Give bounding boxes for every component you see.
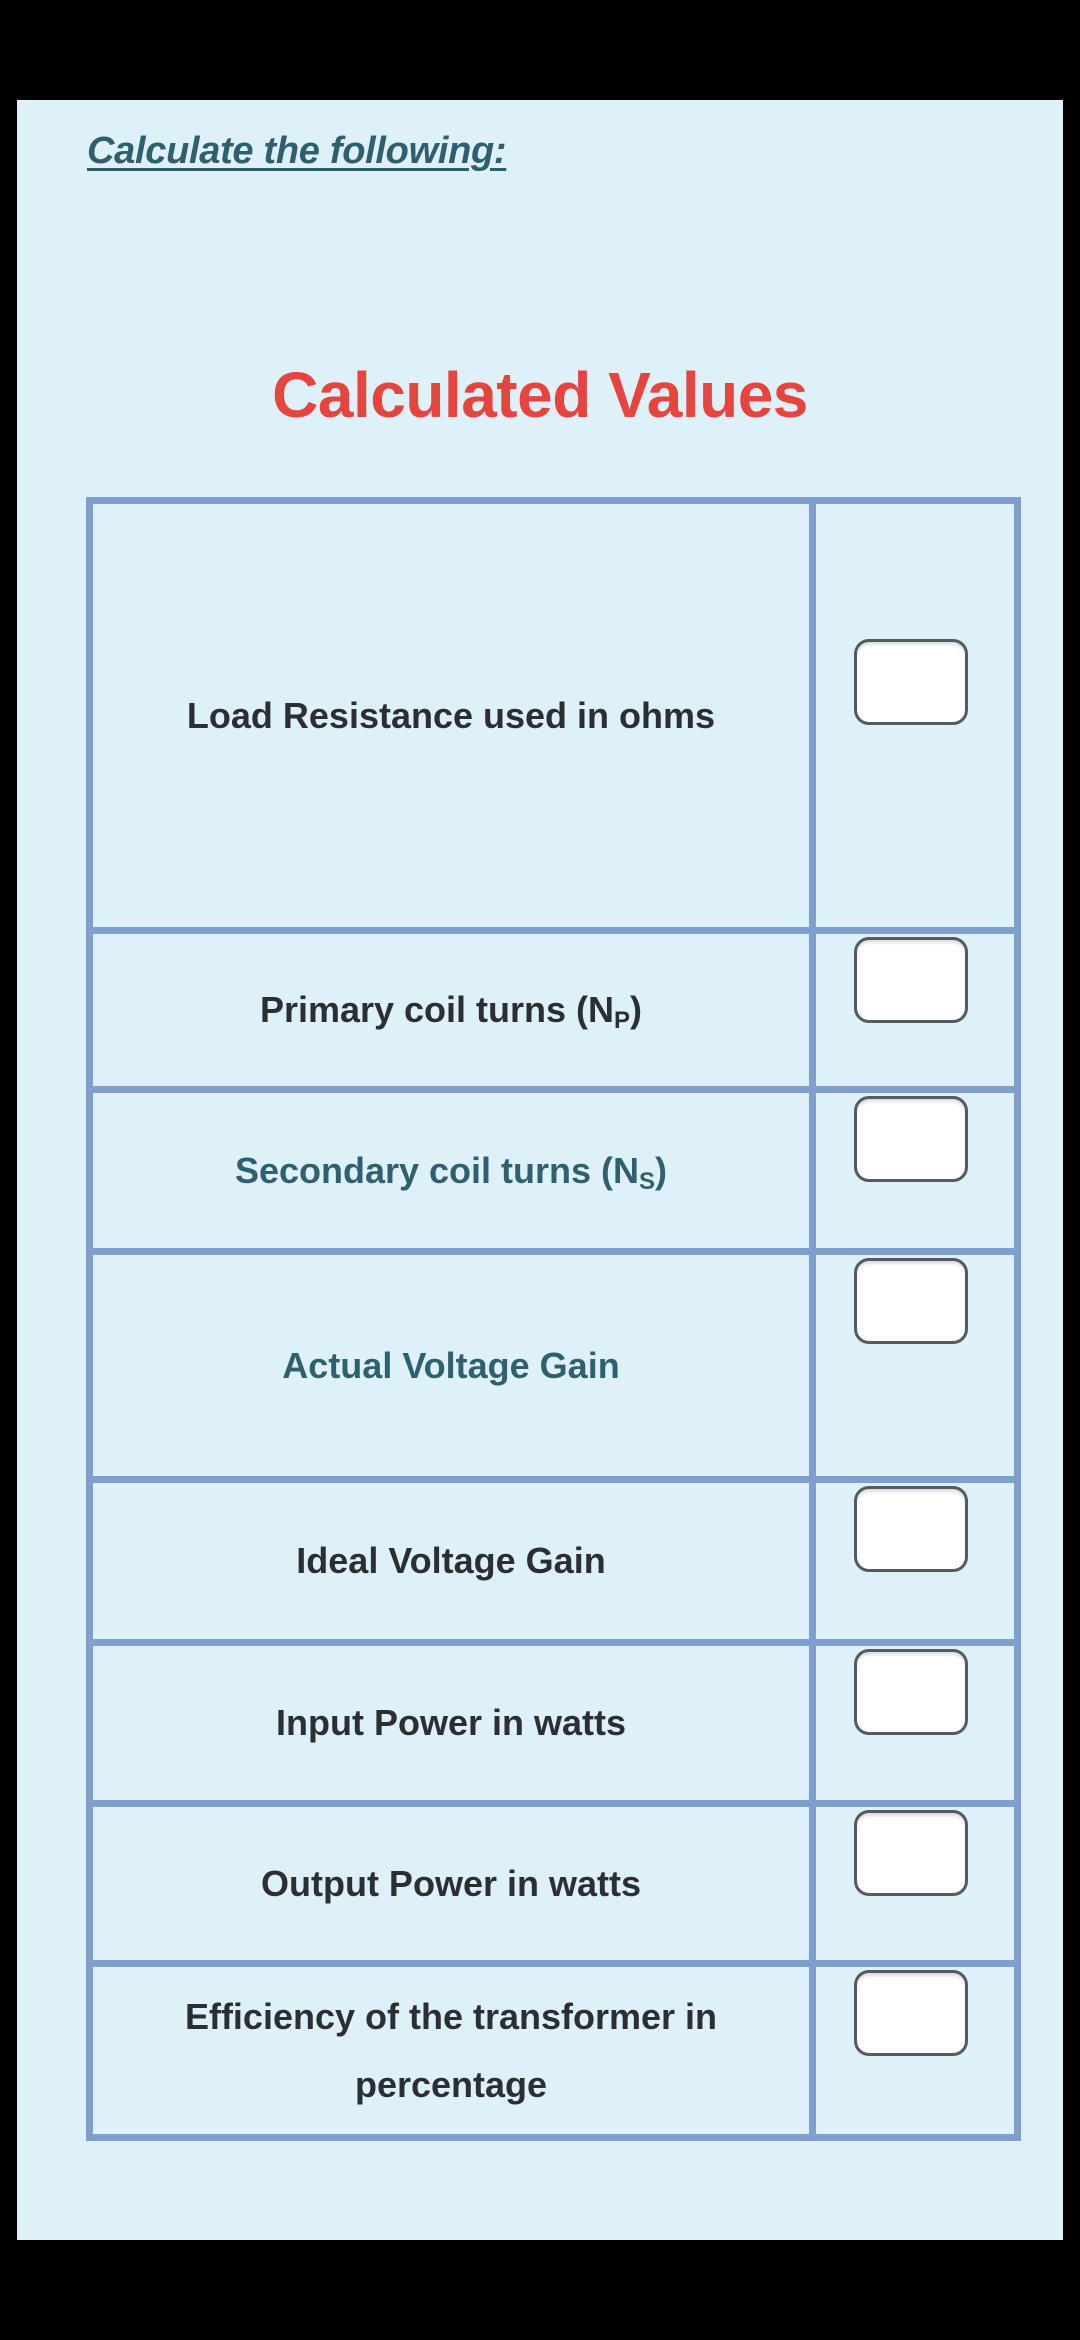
row-label: Secondary coil turns (NS) — [86, 1086, 816, 1255]
row-label-text: Actual Voltage Gain — [282, 1344, 620, 1386]
row-label-suffix: ) — [630, 989, 643, 1030]
answer-cell — [809, 927, 1021, 1093]
row-label-text: Output Power in watts — [260, 1862, 641, 1904]
row-label-suffix: ) — [655, 1149, 668, 1191]
output-power-input[interactable] — [854, 1810, 968, 1896]
answer-cell — [809, 1476, 1021, 1646]
row-label-text: Load Resistance used in ohms — [186, 694, 716, 736]
section-title: Calculated Values — [272, 359, 808, 431]
subscript-p: P — [614, 1007, 631, 1034]
row-label-text: Secondary coil turns (N — [234, 1149, 640, 1191]
row-label-text: Ideal Voltage Gain — [296, 1540, 606, 1581]
table-row: Primary coil turns (NP) — [86, 927, 1021, 1093]
subscript-s: S — [639, 1167, 656, 1195]
answer-cell — [809, 1960, 1021, 2141]
answer-cell — [809, 497, 1021, 934]
instruction-heading: Calculate the following: — [87, 130, 507, 172]
row-label: Output Power in watts — [86, 1800, 816, 1967]
actual-voltage-gain-input[interactable] — [854, 1258, 968, 1344]
row-label: Primary coil turns (NP) — [86, 927, 816, 1093]
secondary-turns-input[interactable] — [854, 1096, 968, 1182]
row-label: Load Resistance used in ohms — [86, 497, 816, 934]
answer-cell — [809, 1639, 1021, 1807]
efficiency-input[interactable] — [854, 1970, 968, 2056]
worksheet-panel: Calculate the following: Calculated Valu… — [17, 100, 1063, 2240]
table-row: Secondary coil turns (NS) — [86, 1086, 1021, 1255]
row-label: Ideal Voltage Gain — [86, 1476, 816, 1646]
table-row: Actual Voltage Gain — [86, 1248, 1021, 1483]
calculated-values-table: Load Resistance used in ohms Primary coi… — [86, 497, 1021, 2141]
table-row: Output Power in watts — [86, 1800, 1021, 1967]
table-row: Input Power in watts — [86, 1639, 1021, 1807]
row-label: Efficiency of the transformer in percent… — [86, 1960, 816, 2141]
row-label-text: Primary coil turns (N — [259, 989, 615, 1030]
table-row: Load Resistance used in ohms — [86, 497, 1021, 934]
answer-cell — [809, 1800, 1021, 1967]
answer-cell — [809, 1248, 1021, 1483]
row-label-text: Efficiency of the transformer in percent… — [184, 1995, 718, 2105]
primary-turns-input[interactable] — [854, 937, 968, 1023]
table-row: Efficiency of the transformer in percent… — [86, 1960, 1021, 2141]
row-label: Actual Voltage Gain — [86, 1248, 816, 1483]
ideal-voltage-gain-input[interactable] — [854, 1486, 968, 1572]
row-label: Input Power in watts — [86, 1639, 816, 1807]
load-resistance-input[interactable] — [854, 639, 968, 725]
table-row: Ideal Voltage Gain — [86, 1476, 1021, 1646]
answer-cell — [809, 1086, 1021, 1255]
row-label-text: Input Power in watts — [275, 1702, 626, 1743]
input-power-input[interactable] — [854, 1649, 968, 1735]
